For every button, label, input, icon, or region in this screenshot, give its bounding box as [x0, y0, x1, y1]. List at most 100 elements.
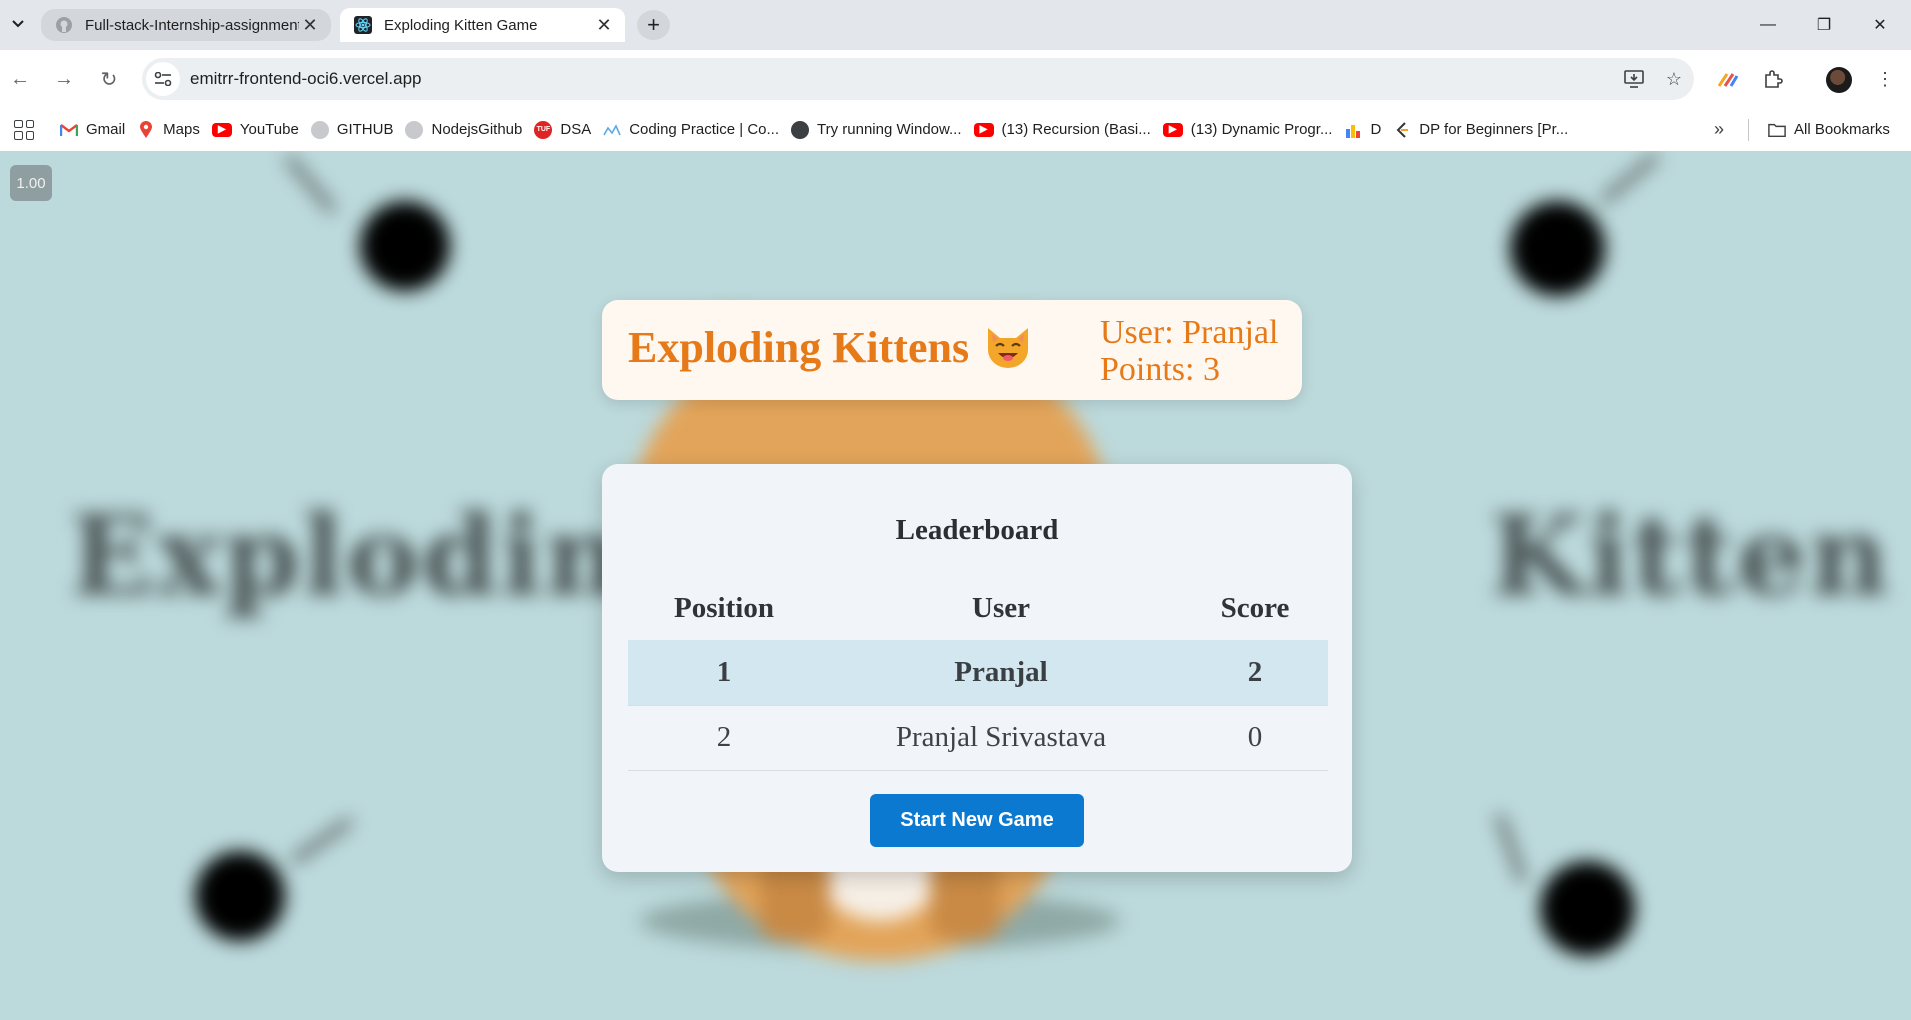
github-icon	[310, 120, 329, 139]
cell-user: Pranjal Srivastava	[820, 705, 1182, 771]
bookmark-coding-practice[interactable]: Coding Practice | Co...	[597, 115, 785, 145]
address-bar[interactable]: emitrr-frontend-oci6.vercel.app ☆	[142, 58, 1694, 100]
bomb-icon	[1540, 861, 1635, 956]
close-tab-icon[interactable]: ✕	[593, 14, 615, 36]
bookmark-label: Try running Window...	[817, 121, 962, 138]
url-text[interactable]: emitrr-frontend-oci6.vercel.app	[190, 69, 1614, 89]
smiling-cat-icon	[988, 328, 1028, 368]
bookmark-youtube[interactable]: ▶ YouTube	[206, 115, 305, 145]
all-bookmarks-button[interactable]: All Bookmarks	[1762, 115, 1896, 145]
youtube-icon: ▶	[1162, 122, 1183, 137]
bookmark-label: (13) Dynamic Progr...	[1190, 121, 1333, 138]
reload-icon[interactable]: ↻	[94, 64, 124, 94]
column-header-score: Score	[1220, 591, 1290, 624]
site-settings-icon[interactable]	[146, 62, 180, 96]
all-bookmarks-label: All Bookmarks	[1794, 121, 1890, 138]
folder-icon	[1768, 121, 1786, 139]
youtube-icon: ▶	[973, 122, 994, 137]
bomb-icon	[195, 851, 285, 941]
react-icon	[354, 16, 372, 34]
bookmark-github[interactable]: GITHUB	[305, 115, 400, 145]
github-icon	[55, 16, 73, 34]
apps-grid-icon[interactable]	[14, 119, 34, 140]
bookmark-label: D	[1370, 121, 1382, 138]
github-icon	[405, 120, 424, 139]
tuf-icon: TUF	[534, 120, 553, 139]
bookmark-dynamic-programming[interactable]: ▶ (13) Dynamic Progr...	[1157, 115, 1339, 145]
bookmark-nodejsgithub[interactable]: NodejsGithub	[399, 115, 528, 145]
youtube-icon: ▶	[211, 122, 232, 137]
tab-search-button[interactable]	[6, 10, 30, 38]
chevron-down-icon	[12, 20, 24, 28]
extension-colorful-icon[interactable]	[1713, 64, 1743, 94]
bookmark-dsa[interactable]: TUF DSA	[528, 115, 597, 145]
leaderboard-title: Leaderboard	[895, 514, 1059, 546]
start-new-game-button[interactable]: Start New Game	[870, 794, 1084, 847]
bookmark-star-icon[interactable]: ☆	[1654, 59, 1694, 99]
gmail-icon	[60, 121, 78, 139]
forward-icon[interactable]: →	[49, 64, 79, 94]
bookmark-label: GITHUB	[336, 121, 394, 138]
extensions-puzzle-icon[interactable]	[1758, 64, 1788, 94]
bookmark-label: YouTube	[239, 121, 299, 138]
tab-github-assignment[interactable]: Full-stack-Internship-assignment ✕	[41, 9, 331, 41]
minimize-icon[interactable]: —	[1744, 10, 1792, 40]
table-header-row: Position User Score	[628, 576, 1328, 640]
globe-icon	[791, 120, 810, 139]
leetcode-icon	[1393, 121, 1411, 139]
bookmark-recursion[interactable]: ▶ (13) Recursion (Basi...	[968, 115, 1157, 145]
coding-icon	[603, 121, 621, 139]
bookmark-label: Gmail	[86, 121, 126, 138]
chart-icon	[1344, 121, 1362, 139]
cell-position: 1	[628, 640, 820, 706]
fuse	[1496, 814, 1526, 883]
more-bookmarks-chevron-icon[interactable]: »	[1708, 115, 1730, 145]
bookmark-label: NodejsGithub	[431, 121, 523, 138]
page-viewport: 1.00 Exploding Kitten Exploding Kittens …	[0, 151, 1911, 1020]
tab-strip: Full-stack-Internship-assignment ✕ Explo…	[0, 0, 1911, 50]
bookmark-label: Coding Practice | Co...	[629, 121, 780, 138]
fuse	[1601, 153, 1659, 204]
bookmark-label: (13) Recursion (Basi...	[1001, 121, 1151, 138]
scale-badge: 1.00	[10, 165, 52, 201]
tab-exploding-kitten[interactable]: Exploding Kitten Game ✕	[340, 8, 625, 42]
bookmark-label: Maps	[163, 121, 200, 138]
fuse	[285, 155, 336, 213]
new-tab-button[interactable]: +	[637, 10, 670, 40]
close-window-icon[interactable]: ✕	[1856, 10, 1904, 40]
table-row: 2 Pranjal Srivastava 0	[628, 705, 1328, 771]
browser-toolbar: ← → ↻ emitrr-frontend-oci6.vercel.app ☆ …	[0, 50, 1911, 108]
bookmark-label: DSA	[560, 121, 592, 138]
bookmark-try-running-windows[interactable]: Try running Window...	[785, 115, 968, 145]
install-app-icon[interactable]	[1614, 59, 1654, 99]
cell-score: 2	[1182, 640, 1328, 706]
user-info: User: Pranjal Points: 3	[1100, 314, 1278, 388]
column-header-user: User	[972, 591, 1030, 624]
leaderboard-card: Leaderboard Position User Score 1 Pranja…	[602, 464, 1352, 872]
back-icon[interactable]: ←	[5, 64, 35, 94]
profile-avatar[interactable]	[1826, 67, 1852, 93]
cell-user: Pranjal	[820, 640, 1182, 706]
menu-kebab-icon[interactable]: ⋮	[1870, 64, 1900, 94]
table-row: 1 Pranjal 2	[628, 640, 1328, 706]
restore-icon[interactable]: ❐	[1800, 10, 1848, 40]
close-tab-icon[interactable]: ✕	[299, 14, 321, 36]
leaderboard-table: Position User Score 1 Pranjal 2 2 Pranja…	[628, 576, 1328, 771]
bomb-icon	[360, 201, 450, 291]
maps-icon	[137, 120, 155, 139]
bookmark-dp-for-beginners[interactable]: DP for Beginners [Pr...	[1387, 115, 1574, 145]
fuse	[291, 818, 353, 864]
tab-title: Exploding Kitten Game	[384, 16, 538, 34]
user-name-line: User: Pranjal	[1100, 314, 1279, 351]
bookmark-gmail[interactable]: Gmail	[54, 115, 131, 145]
game-header-card: Exploding Kittens User: Pranjal Points: …	[602, 300, 1302, 400]
game-title: Exploding Kittens	[628, 323, 970, 372]
bomb-icon	[1510, 201, 1605, 296]
cell-position: 2	[628, 705, 820, 771]
bookmark-maps[interactable]: Maps	[131, 115, 206, 145]
background-word-kitten: Kitten	[1490, 491, 1891, 620]
bookmark-d[interactable]: D	[1338, 115, 1387, 145]
column-header-position: Position	[674, 591, 774, 624]
bookmarks-bar: Gmail Maps ▶ YouTube GITHUB NodejsGithub…	[0, 108, 1911, 151]
cell-score: 0	[1182, 705, 1328, 771]
